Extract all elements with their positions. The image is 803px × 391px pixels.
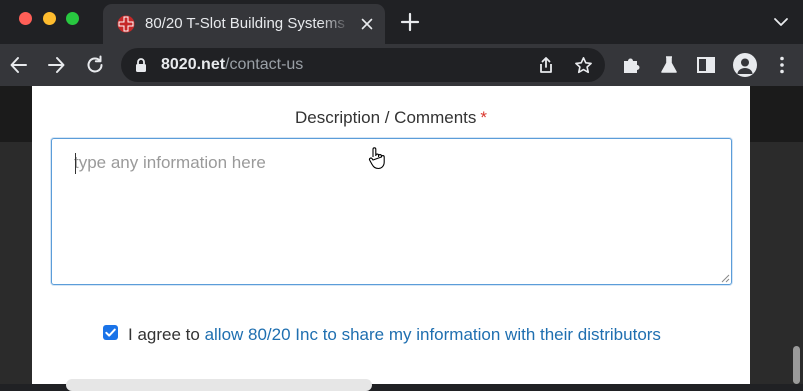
description-label: Description / Comments * — [32, 108, 750, 128]
browser-tab[interactable]: 80/20 T-Slot Building Systems — [103, 4, 385, 44]
tab-strip: 80/20 T-Slot Building Systems — [0, 0, 803, 44]
url-path: /contact-us — [225, 56, 304, 73]
browser-toolbar: 8020.net/contact-us — [0, 44, 803, 86]
extensions-icon[interactable] — [620, 54, 642, 76]
site-favicon-icon — [117, 15, 135, 33]
page-scrollbar[interactable] — [793, 346, 800, 384]
url-host: 8020.net — [161, 56, 226, 73]
close-window-button[interactable] — [19, 12, 32, 25]
lock-icon[interactable] — [134, 57, 148, 73]
minimize-window-button[interactable] — [43, 12, 56, 25]
close-tab-icon[interactable] — [359, 16, 375, 32]
text-caret — [75, 153, 76, 174]
consent-prefix: I agree to — [128, 325, 200, 344]
consent-link[interactable]: allow 80/20 Inc to share my information … — [205, 325, 661, 344]
profile-icon[interactable] — [733, 53, 757, 77]
hand-pointer-cursor-icon — [368, 147, 385, 170]
description-label-text: Description / Comments — [294, 108, 477, 127]
required-marker: * — [480, 108, 487, 127]
address-bar[interactable]: 8020.net/contact-us — [121, 48, 605, 82]
star-icon[interactable] — [574, 56, 593, 75]
resize-grip-icon[interactable] — [720, 273, 730, 283]
submit-button[interactable] — [66, 379, 372, 391]
checkmark-icon — [105, 328, 116, 337]
new-tab-icon[interactable] — [400, 12, 420, 32]
consent-text: I agree to allow 80/20 Inc to share my i… — [128, 325, 661, 345]
menu-icon[interactable] — [771, 54, 793, 76]
back-icon[interactable] — [8, 54, 30, 76]
reload-icon[interactable] — [84, 54, 106, 76]
forward-icon[interactable] — [45, 54, 67, 76]
labs-icon[interactable] — [658, 54, 680, 76]
share-icon[interactable] — [537, 56, 555, 74]
maximize-window-button[interactable] — [66, 12, 79, 25]
url-text: 8020.net/contact-us — [161, 56, 303, 74]
sidepanel-icon[interactable] — [695, 54, 717, 76]
tab-title: 80/20 T-Slot Building Systems — [145, 15, 345, 32]
description-textarea[interactable] — [51, 138, 732, 285]
consent-checkbox[interactable] — [103, 325, 118, 340]
tab-search-chevron-icon[interactable] — [773, 15, 789, 29]
